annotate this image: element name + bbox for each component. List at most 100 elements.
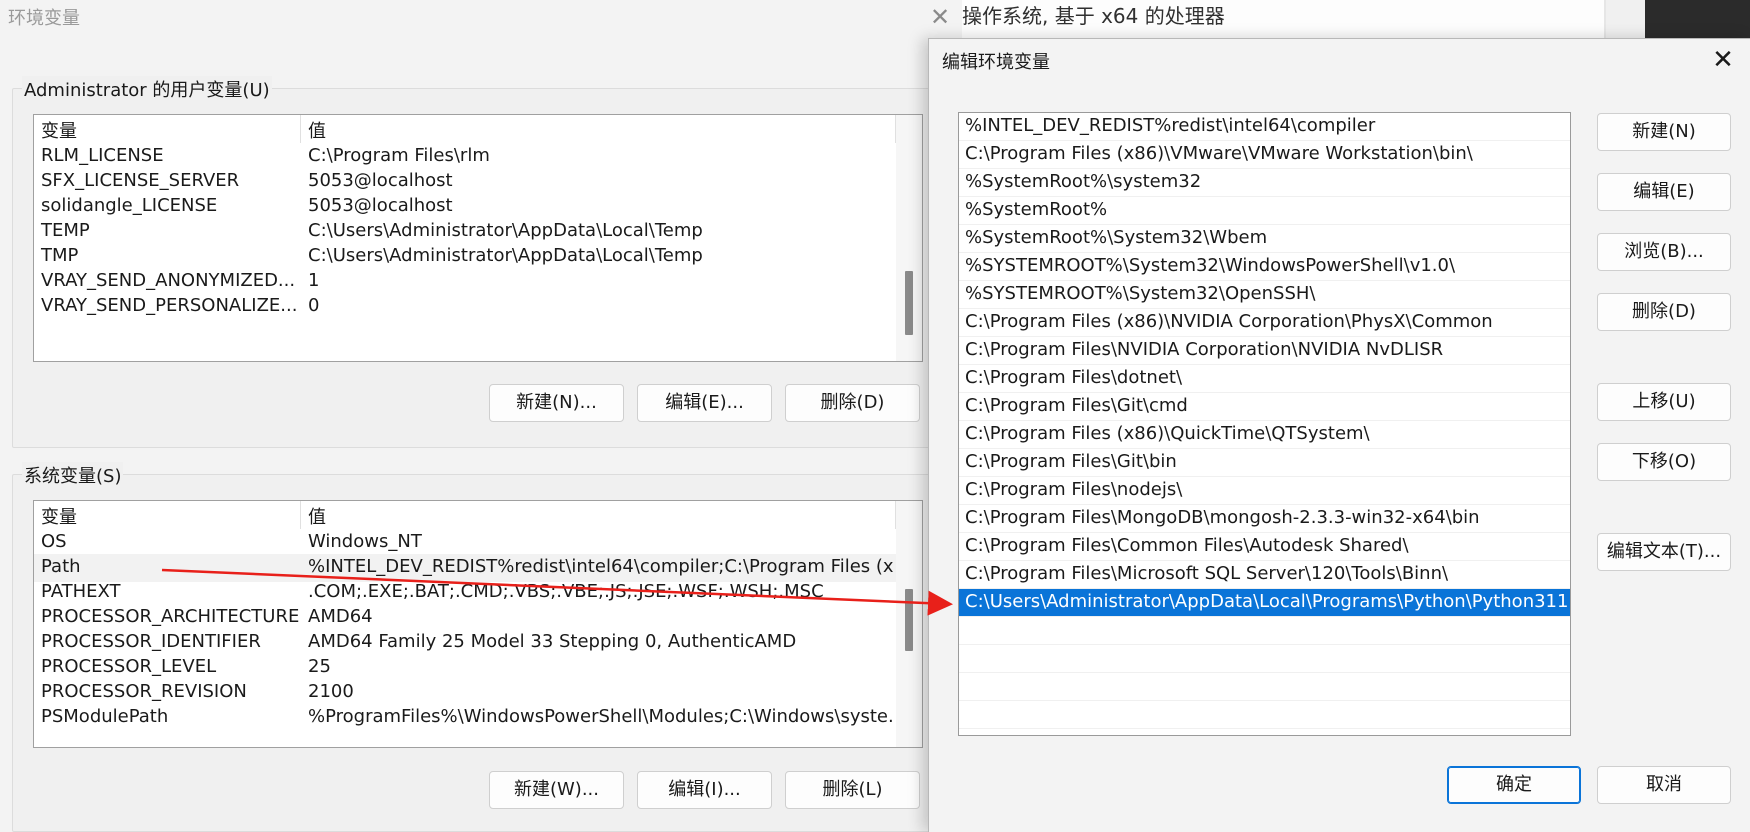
table-row[interactable]: TEMP C:\Users\Administrator\AppData\Local… (34, 218, 896, 246)
edit-button[interactable]: 编辑(E) (1597, 173, 1731, 211)
column-header-variable[interactable]: 变量 (41, 503, 77, 529)
scrollbar-thumb[interactable] (905, 271, 913, 335)
variable-name: SFX_LICENSE_SERVER (41, 170, 240, 191)
list-item[interactable]: %SystemRoot%\System32\Wbem (959, 225, 1570, 253)
list-item[interactable]: %SYSTEMROOT%\System32\WindowsPowerShell\… (959, 253, 1570, 281)
variable-name: PROCESSOR_REVISION (41, 681, 247, 702)
edit-environment-variable-dialog: 编辑环境变量 ✕ %INTEL_DEV_REDIST%redist\intel6… (928, 38, 1750, 832)
environment-variables-dialog: 环境变量 ✕ Administrator 的用户变量(U) 变量 值 RLM_L… (0, 0, 962, 832)
variable-value: 2100 (308, 681, 354, 702)
table-row[interactable]: PROCESSOR_LEVEL 25 (34, 654, 896, 682)
path-text: %INTEL_DEV_REDIST%redist\intel64\compile… (965, 115, 1376, 136)
table-row[interactable]: TMP C:\Users\Administrator\AppData\Local\… (34, 243, 896, 271)
table-row[interactable]: PROCESSOR_IDENTIFIER AMD64 Family 25 Mode… (34, 629, 896, 657)
table-row[interactable]: VRAY_SEND_PERSONALIZE... 0 (34, 293, 896, 321)
move-down-button[interactable]: 下移(O) (1597, 443, 1731, 481)
list-item[interactable]: %SYSTEMROOT%\System32\OpenSSH\ (959, 281, 1570, 309)
variable-name: RLM_LICENSE (41, 145, 164, 166)
background-dark-panel (1645, 0, 1750, 40)
table-row[interactable]: SFX_LICENSE_SERVER 5053@localhost (34, 168, 896, 196)
user-variables-table[interactable]: 变量 值 RLM_LICENSE C:\Program Files\rlm SFX… (33, 114, 923, 362)
dialog-title: 环境变量 (8, 8, 80, 29)
list-item[interactable]: C:\Program Files\MongoDB\mongosh-2.3.3-w… (959, 505, 1570, 533)
new-button[interactable]: 新建(N) (1597, 113, 1731, 151)
variable-name: TEMP (41, 220, 90, 241)
column-header-value[interactable]: 值 (308, 503, 326, 529)
table-row[interactable]: Path %INTEL_DEV_REDIST%redist\intel64\com… (34, 554, 896, 582)
variable-value: Windows_NT (308, 531, 422, 552)
variable-name: PROCESSOR_LEVEL (41, 656, 217, 677)
variable-value: AMD64 Family 25 Model 33 Stepping 0, Aut… (308, 631, 797, 652)
system-info-text: 操作系统, 基于 x64 的处理器 (962, 4, 1225, 28)
column-divider[interactable] (300, 115, 301, 143)
variable-value: 1 (308, 270, 320, 291)
column-header-value[interactable]: 值 (308, 117, 326, 143)
variable-name: solidangle_LICENSE (41, 195, 218, 216)
table-row[interactable]: PATHEXT .COM;.EXE;.BAT;.CMD;.VBS;.VBE;.JS… (34, 579, 896, 607)
table-row[interactable]: solidangle_LICENSE 5053@localhost (34, 193, 896, 221)
variable-name: TMP (41, 245, 79, 266)
path-text: C:\Program Files\NVIDIA Corporation\NVID… (965, 339, 1444, 360)
close-icon[interactable]: ✕ (1703, 43, 1743, 79)
list-item[interactable]: %SystemRoot% (959, 197, 1570, 225)
system-variables-table[interactable]: 变量 值 OS Windows_NT Path %INTEL_DEV_REDIST%… (33, 500, 923, 748)
empty-list-row[interactable] (959, 645, 1570, 673)
system-edit-button[interactable]: 编辑(I)... (637, 771, 772, 809)
list-item[interactable]: C:\Program Files\Git\cmd (959, 393, 1570, 421)
selected-list-item[interactable]: C:\Users\Administrator\AppData\Local\Pro… (959, 589, 1570, 617)
path-text: C:\Program Files (x86)\VMware\VMware Wor… (965, 143, 1473, 164)
table-row[interactable]: PROCESSOR_REVISION 2100 (34, 679, 896, 707)
variable-value: 5053@localhost (308, 195, 453, 216)
list-item[interactable]: C:\Program Files (x86)\QuickTime\QTSyste… (959, 421, 1570, 449)
system-variables-label: 系统变量(S) (22, 462, 124, 488)
list-item[interactable]: C:\Program Files\Microsoft SQL Server\12… (959, 561, 1570, 589)
scrollbar-thumb[interactable] (905, 589, 913, 651)
path-text: C:\Program Files (x86)\NVIDIA Corporatio… (965, 311, 1493, 332)
table-row[interactable]: OS Windows_NT (34, 529, 896, 557)
list-item[interactable]: %INTEL_DEV_REDIST%redist\intel64\compile… (959, 113, 1570, 141)
move-up-button[interactable]: 上移(U) (1597, 383, 1731, 421)
path-entries-list[interactable]: %INTEL_DEV_REDIST%redist\intel64\compile… (958, 112, 1571, 736)
table-row[interactable]: PSModulePath %ProgramFiles%\WindowsPowerS… (34, 704, 896, 732)
variable-name: PATHEXT (41, 581, 121, 602)
table-row[interactable]: RLM_LICENSE C:\Program Files\rlm (34, 143, 896, 171)
table-header: 变量 值 (34, 115, 896, 143)
column-header-variable[interactable]: 变量 (41, 117, 77, 143)
user-delete-button[interactable]: 删除(D) (785, 384, 920, 422)
ok-button[interactable]: 确定 (1447, 766, 1581, 804)
user-edit-button[interactable]: 编辑(E)... (637, 384, 772, 422)
path-text: C:\Program Files\Git\bin (965, 451, 1177, 472)
table-row[interactable]: VRAY_SEND_ANONYMIZED... 1 (34, 268, 896, 296)
empty-list-row[interactable] (959, 673, 1570, 701)
variable-value: 25 (308, 656, 331, 677)
cancel-button[interactable]: 取消 (1597, 766, 1731, 804)
user-new-button[interactable]: 新建(N)... (489, 384, 624, 422)
empty-list-row[interactable] (959, 617, 1570, 645)
variable-value: C:\Users\Administrator\AppData\Local\Tem… (308, 245, 703, 266)
empty-list-row[interactable] (959, 701, 1570, 729)
vertical-scrollbar[interactable] (896, 501, 922, 747)
edit-text-button[interactable]: 编辑文本(T)... (1597, 533, 1731, 571)
delete-button[interactable]: 删除(D) (1597, 293, 1731, 331)
list-item[interactable]: C:\Program Files\Common Files\Autodesk S… (959, 533, 1570, 561)
path-text: C:\Users\Administrator\AppData\Local\Pro… (965, 591, 1569, 612)
system-delete-button[interactable]: 删除(L) (785, 771, 920, 809)
list-item[interactable]: C:\Program Files (x86)\NVIDIA Corporatio… (959, 309, 1570, 337)
variable-value: 0 (308, 295, 320, 316)
list-item[interactable]: C:\Program Files\dotnet\ (959, 365, 1570, 393)
path-text: %SYSTEMROOT%\System32\OpenSSH\ (965, 283, 1316, 304)
user-variables-label: Administrator 的用户变量(U) (22, 76, 272, 102)
list-item[interactable]: %SystemRoot%\system32 (959, 169, 1570, 197)
list-item[interactable]: C:\Program Files\Git\bin (959, 449, 1570, 477)
variable-value: AMD64 (308, 606, 373, 627)
column-divider[interactable] (300, 501, 301, 529)
vertical-scrollbar[interactable] (896, 115, 922, 361)
table-row[interactable]: PROCESSOR_ARCHITECTURE AMD64 (34, 604, 896, 632)
variable-name: VRAY_SEND_ANONYMIZED... (41, 270, 296, 291)
system-new-button[interactable]: 新建(W)... (489, 771, 624, 809)
browse-button[interactable]: 浏览(B)... (1597, 233, 1731, 271)
close-icon[interactable]: ✕ (926, 2, 954, 32)
list-item[interactable]: C:\Program Files\nodejs\ (959, 477, 1570, 505)
list-item[interactable]: C:\Program Files\NVIDIA Corporation\NVID… (959, 337, 1570, 365)
list-item[interactable]: C:\Program Files (x86)\VMware\VMware Wor… (959, 141, 1570, 169)
